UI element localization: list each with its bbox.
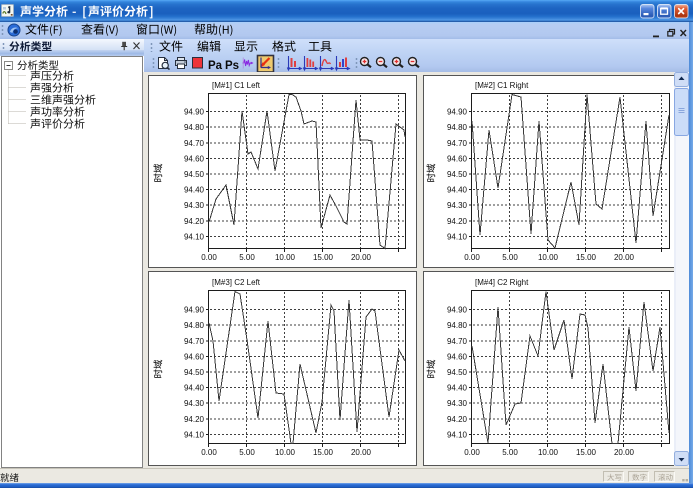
svg-text:5.00: 5.00	[239, 253, 255, 262]
svg-text:94.60: 94.60	[184, 154, 205, 163]
svg-text:10.00: 10.00	[275, 448, 296, 457]
svg-text:94.60: 94.60	[447, 352, 468, 361]
svg-text:94.10: 94.10	[447, 233, 468, 242]
svg-text:94.40: 94.40	[447, 384, 468, 393]
svg-text:94.50: 94.50	[447, 368, 468, 377]
svg-text:20.00: 20.00	[351, 448, 372, 457]
svg-text:20.00: 20.00	[351, 253, 372, 262]
svg-text:Pa: Pa	[208, 60, 223, 72]
svg-text:94.20: 94.20	[447, 415, 468, 424]
svg-text:5.00: 5.00	[239, 448, 255, 457]
svg-text:94.40: 94.40	[447, 186, 468, 195]
svg-text:94.70: 94.70	[447, 139, 468, 148]
svg-text:Ps: Ps	[225, 60, 239, 72]
svg-text:94.20: 94.20	[447, 217, 468, 226]
svg-text:94.60: 94.60	[447, 154, 468, 163]
svg-text:94.20: 94.20	[184, 415, 205, 424]
svg-text:94.90: 94.90	[447, 306, 468, 315]
svg-text:94.60: 94.60	[184, 352, 205, 361]
svg-text:94.20: 94.20	[184, 217, 205, 226]
svg-text:[M#1] C1 Left: [M#1] C1 Left	[212, 81, 261, 90]
svg-text:0.00: 0.00	[201, 448, 217, 457]
svg-text:94.50: 94.50	[184, 170, 205, 179]
svg-text:94.70: 94.70	[447, 337, 468, 346]
svg-text:94.30: 94.30	[184, 201, 205, 210]
svg-text:94.10: 94.10	[184, 431, 205, 440]
svg-text:[M#2] C1 Right: [M#2] C1 Right	[475, 81, 529, 90]
svg-text:0.00: 0.00	[201, 253, 217, 262]
svg-text:94.90: 94.90	[447, 108, 468, 117]
svg-text:94.40: 94.40	[184, 384, 205, 393]
svg-text:94.70: 94.70	[184, 337, 205, 346]
svg-text:94.80: 94.80	[447, 123, 468, 132]
svg-text:15.00: 15.00	[313, 448, 334, 457]
svg-text:10.00: 10.00	[538, 253, 559, 262]
svg-text:20.00: 20.00	[614, 448, 635, 457]
svg-text:[M#4] C2 Right: [M#4] C2 Right	[475, 278, 529, 287]
svg-text:94.40: 94.40	[184, 186, 205, 195]
svg-text:[M#3] C2 Left: [M#3] C2 Left	[212, 278, 261, 287]
svg-text:94.90: 94.90	[184, 108, 205, 117]
svg-text:15.00: 15.00	[576, 448, 597, 457]
svg-text:94.90: 94.90	[184, 306, 205, 315]
svg-text:10.00: 10.00	[275, 253, 296, 262]
svg-text:5.00: 5.00	[502, 253, 518, 262]
svg-text:94.10: 94.10	[184, 233, 205, 242]
svg-text:94.50: 94.50	[447, 170, 468, 179]
svg-text:94.10: 94.10	[447, 431, 468, 440]
svg-text:94.80: 94.80	[184, 123, 205, 132]
svg-text:94.30: 94.30	[184, 399, 205, 408]
svg-text:15.00: 15.00	[313, 253, 334, 262]
svg-text:94.50: 94.50	[184, 368, 205, 377]
svg-text:0.00: 0.00	[464, 448, 480, 457]
svg-text:20.00: 20.00	[614, 253, 635, 262]
svg-text:10.00: 10.00	[538, 448, 559, 457]
svg-text:94.30: 94.30	[447, 399, 468, 408]
svg-text:15.00: 15.00	[576, 253, 597, 262]
svg-text:94.70: 94.70	[184, 139, 205, 148]
svg-text:94.80: 94.80	[447, 321, 468, 330]
svg-text:5.00: 5.00	[502, 448, 518, 457]
svg-text:94.30: 94.30	[447, 201, 468, 210]
svg-text:94.80: 94.80	[184, 321, 205, 330]
svg-text:0.00: 0.00	[464, 253, 480, 262]
